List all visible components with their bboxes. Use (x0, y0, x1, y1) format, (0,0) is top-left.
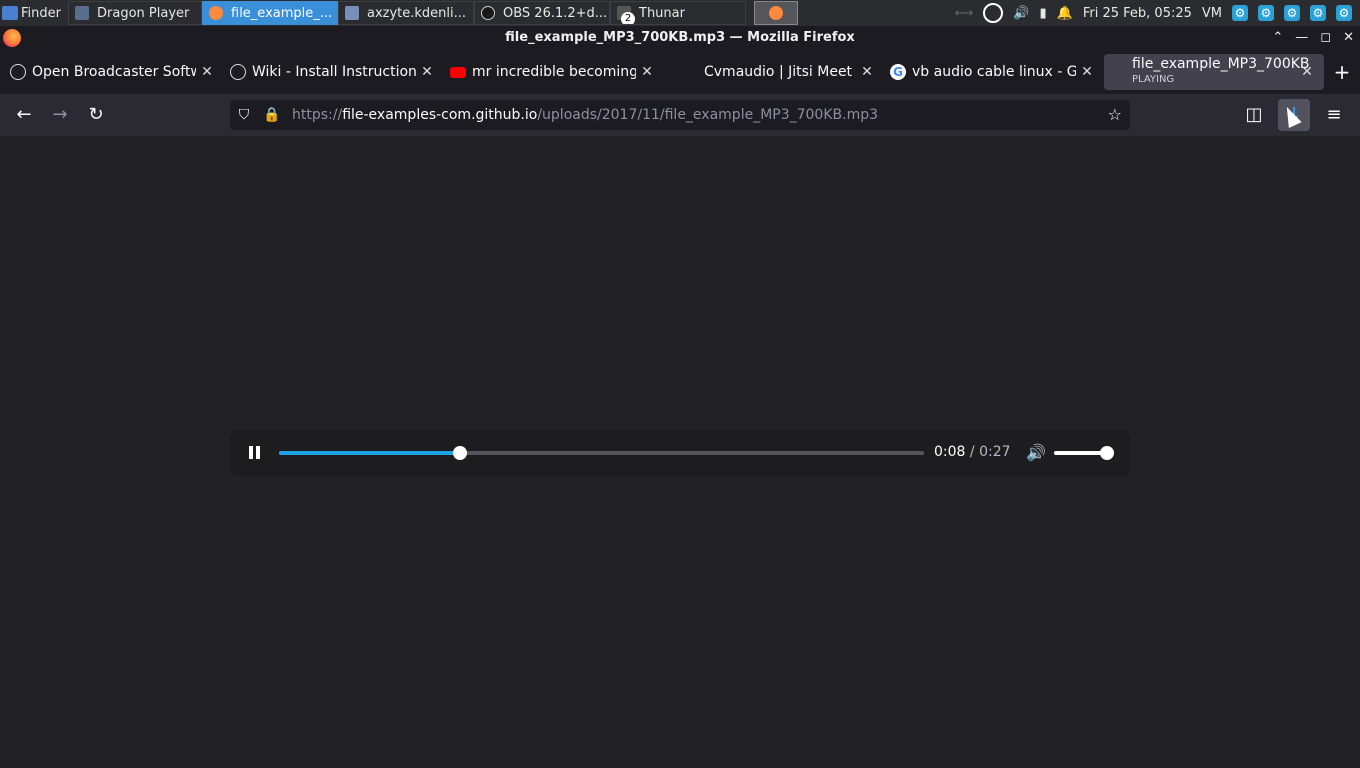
close-tab-icon[interactable]: ✕ (858, 63, 876, 81)
seek-bar[interactable] (279, 446, 924, 460)
url-scheme: https:// (292, 107, 343, 123)
firefox-icon (3, 29, 21, 47)
taskbar-firefox-launcher[interactable] (754, 1, 798, 25)
back-button[interactable]: ← (8, 99, 40, 131)
volume-slider[interactable] (1054, 446, 1114, 460)
gear-icon[interactable]: ⚙ (1284, 5, 1300, 21)
task-label: Thunar (639, 5, 685, 21)
forward-button[interactable]: → (44, 99, 76, 131)
volume-icon[interactable]: 🔊 (1026, 443, 1046, 463)
tab-wiki[interactable]: Wiki - Install Instructions ✕ (224, 54, 444, 90)
tab-title: Cvmaudio | Jitsi Meet (704, 64, 853, 80)
page-content: 0:08 / 0:27 🔊 (0, 136, 1360, 768)
obs-icon (230, 64, 246, 80)
bookmark-star-icon[interactable]: ☆ (1108, 105, 1122, 124)
tab-strip: Open Broadcaster Software ✕ Wiki - Insta… (0, 50, 1360, 94)
network-icon[interactable]: ⟷ (955, 6, 974, 21)
close-window-button[interactable]: ✕ (1343, 26, 1354, 50)
tab-title: file_example_MP3_700KB (1132, 57, 1310, 72)
task-label: OBS 26.1.2+d... (503, 5, 608, 21)
time-separator: / (965, 444, 980, 460)
firefox-icon (769, 6, 783, 20)
tab-title: Wiki - Install Instructions (252, 64, 416, 80)
audio-player: 0:08 / 0:27 🔊 (230, 430, 1130, 476)
url-bar[interactable]: ⛉ 🔒 https://file-examples-com.github.io/… (230, 100, 1130, 130)
taskbar-task-obs[interactable]: OBS 26.1.2+d... (474, 1, 610, 25)
pause-button[interactable] (246, 444, 262, 462)
tab-jitsi[interactable]: Cvmaudio | Jitsi Meet ✕ (664, 54, 884, 90)
current-time: 0:08 (934, 444, 966, 460)
url-host: file-examples-com.github.io (342, 107, 538, 123)
window-title: file_example_MP3_700KB.mp3 — Mozilla Fir… (505, 30, 855, 45)
battery-icon[interactable]: ▮ (1040, 6, 1047, 21)
window-icon (75, 6, 89, 20)
navigation-toolbar: ← → ↻ ⛉ 🔒 https://file-examples-com.gith… (0, 94, 1360, 136)
gear-icon[interactable]: ⚙ (1310, 5, 1326, 21)
kdenlive-icon (345, 6, 359, 20)
gear-icon[interactable]: ⚙ (1232, 5, 1248, 21)
shield-icon[interactable]: ⛉ (230, 107, 258, 123)
task-label: file_example_... (231, 5, 333, 21)
close-tab-icon[interactable]: ✕ (638, 63, 656, 81)
duration: 0:27 (979, 444, 1011, 460)
volume-slider-thumb[interactable] (1100, 446, 1114, 460)
seek-bar-thumb[interactable] (452, 446, 467, 460)
seek-bar-progress (279, 451, 460, 455)
taskbar-task-dragon-player[interactable]: Dragon Player (68, 1, 202, 25)
restore-button[interactable]: ◻ (1320, 26, 1331, 50)
firefox-icon (209, 6, 223, 20)
close-tab-icon[interactable]: ✕ (198, 63, 216, 81)
taskbar-task-kdenlive[interactable]: axzyte.kdenli... (338, 1, 474, 25)
obs-icon (481, 6, 495, 20)
reload-button[interactable]: ↻ (80, 99, 112, 131)
task-label: axzyte.kdenli... (367, 5, 467, 21)
window-count-badge: 2 (621, 12, 635, 24)
tab-title: vb audio cable linux - Google (912, 64, 1076, 80)
gear-icon[interactable]: ⚙ (1258, 5, 1274, 21)
tab-obs[interactable]: Open Broadcaster Software ✕ (4, 54, 224, 90)
time-display: 0:08 / 0:27 (934, 444, 1011, 460)
tab-playing-label: PLAYING (1132, 74, 1175, 85)
pocket-icon[interactable]: ◫ (1238, 99, 1270, 131)
url-path: /uploads/2017/11/file_example_MP3_700KB.… (537, 107, 879, 123)
obs-icon (10, 64, 26, 80)
notification-bell-icon[interactable]: 🔔 (1057, 6, 1073, 21)
youtube-icon (450, 66, 466, 78)
finder-label: Finder (21, 5, 61, 21)
lock-icon[interactable]: 🔒 (258, 107, 286, 123)
minimize-button[interactable]: — (1295, 26, 1308, 50)
url-text[interactable]: https://file-examples-com.github.io/uplo… (286, 107, 878, 123)
maximize-button[interactable]: ⌃ (1272, 26, 1283, 50)
obs-tray-icon[interactable] (983, 3, 1004, 23)
system-tray: ⟷ 🔊 ▮ 🔔 Fri 25 Feb, 05:25 VM ⚙ ⚙ ⚙ ⚙ ⚙ (955, 0, 1360, 26)
task-label: Dragon Player (97, 5, 190, 21)
tab-file-example[interactable]: file_example_MP3_700KB PLAYING ✕ (1104, 54, 1324, 90)
close-tab-icon[interactable]: ✕ (418, 63, 436, 81)
volume-icon[interactable]: 🔊 (1013, 6, 1029, 21)
tab-title: mr incredible becoming (472, 64, 636, 80)
finder-button[interactable]: Finder (0, 0, 68, 26)
close-tab-icon[interactable]: ✕ (1298, 63, 1316, 81)
menu-icon[interactable]: ≡ (1318, 99, 1350, 131)
taskbar-task-thunar[interactable]: Thunar 2 (610, 1, 746, 25)
finder-icon (2, 6, 18, 20)
window-controls: ⌃ — ◻ ✕ (1272, 26, 1354, 50)
gear-icon[interactable]: ⚙ (1336, 5, 1352, 21)
desktop-taskbar: Finder Dragon Player file_example_... ax… (0, 0, 1360, 26)
close-tab-icon[interactable]: ✕ (1078, 63, 1096, 81)
tab-google[interactable]: G vb audio cable linux - Google ✕ (884, 54, 1104, 90)
tab-title: Open Broadcaster Software (32, 64, 196, 80)
taskbar-task-firefox[interactable]: file_example_... (202, 1, 338, 25)
google-icon: G (890, 64, 906, 80)
window-titlebar: file_example_MP3_700KB.mp3 — Mozilla Fir… (0, 26, 1360, 50)
keyboard-layout[interactable]: VM (1202, 6, 1222, 21)
clock[interactable]: Fri 25 Feb, 05:25 (1083, 6, 1192, 21)
tab-youtube[interactable]: mr incredible becoming ✕ (444, 54, 664, 90)
new-tab-button[interactable]: + (1324, 54, 1360, 90)
